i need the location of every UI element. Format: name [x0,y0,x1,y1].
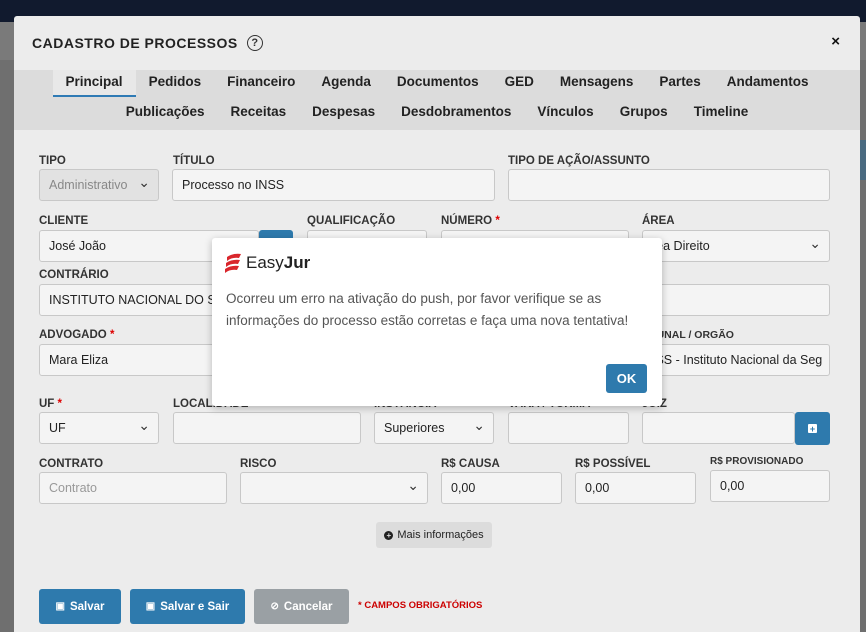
tab-vinculos[interactable]: Vínculos [524,97,606,125]
contrato-label: CONTRATO [39,458,104,470]
tab-ged[interactable]: GED [492,70,547,97]
save-label: Salvar [69,600,105,613]
tab-financeiro[interactable]: Financeiro [214,70,308,97]
tipo-select[interactable]: Administrativo [39,169,159,201]
tab-row-1: Principal Pedidos Financeiro Agenda Docu… [14,70,860,97]
tab-publicacoes[interactable]: Publicações [113,97,218,125]
tab-agenda[interactable]: Agenda [308,70,384,97]
plus-circle-icon: + [384,530,394,540]
instancia-select[interactable]: Superiores [374,412,494,444]
area-select[interactable]: rea Direito [642,230,830,262]
tab-despesas[interactable]: Despesas [299,97,388,125]
rs-possivel-label: R$ POSSÍVEL [575,458,651,470]
floppy-icon: ▣ [145,601,156,612]
risco-select[interactable] [240,472,428,504]
tab-grupos[interactable]: Grupos [607,97,681,125]
uf-select[interactable]: UF [39,412,159,444]
mais-informacoes-label: Mais informações [397,529,484,541]
mais-informacoes-button[interactable]: + Mais informações [376,522,492,548]
required-fields-note: * CAMPOS OBRIGATÓRIOS [358,600,483,611]
easyjur-logo: EasyJur [224,252,310,274]
rs-causa-input[interactable]: 0,00 [441,472,562,504]
uf-label: UF * [39,398,63,410]
error-message: Ocorreu um erro na ativação do push, por… [226,291,629,328]
titulo-label: TÍTULO [173,155,215,167]
numero-label: NÚMERO * [441,215,500,227]
ok-button[interactable]: OK [606,364,647,393]
contrario-input[interactable]: INSTITUTO NACIONAL DO SE [39,284,239,316]
risco-label: RISCO [240,458,277,470]
tipo-label: TIPO [39,155,66,167]
tab-partes[interactable]: Partes [646,70,713,97]
titulo-input[interactable]: Processo no INSS [172,169,495,201]
cancel-label: Cancelar [283,600,333,613]
tab-timeline[interactable]: Timeline [681,97,762,125]
plus-icon: + [808,423,817,434]
advogado-label: ADVOGADO * [39,329,115,341]
tab-mensagens[interactable]: Mensagens [547,70,647,97]
rs-provisionado-input[interactable]: 0,00 [710,470,830,502]
tab-principal[interactable]: Principal [52,70,136,97]
tab-row-2: Publicações Receitas Despesas Desdobrame… [14,97,860,125]
qualificacao-label: QUALIFICAÇÃO [307,215,396,227]
tab-andamentos[interactable]: Andamentos [714,70,822,97]
tab-documentos[interactable]: Documentos [384,70,492,97]
easyjur-logo-mark [225,253,241,273]
cliente-label: CLIENTE [39,215,89,227]
help-icon[interactable]: ? [246,35,263,51]
modal-header: CADASTRO DE PROCESSOS ? × [14,16,860,70]
contrario-extra-input[interactable] [642,284,830,316]
tipo-acao-input[interactable] [508,169,830,201]
contrario-label: CONTRÁRIO [39,269,109,281]
localidade-input[interactable] [173,412,361,444]
tab-pedidos[interactable]: Pedidos [136,70,215,97]
cancel-circle-icon: ⊘ [270,601,279,612]
save-and-exit-button[interactable]: ▣ Salvar e Sair [130,589,245,624]
contrato-input[interactable]: Contrato [39,472,227,504]
tipo-acao-label: TIPO DE AÇÃO/ASSUNTO [508,155,650,167]
juiz-input[interactable] [642,412,795,444]
tribunal-input[interactable]: ISS - Instituto Nacional da Seg [642,344,830,376]
tabs-area: Principal Pedidos Financeiro Agenda Docu… [14,70,860,130]
modal-title: CADASTRO DE PROCESSOS [32,35,238,51]
rs-causa-label: R$ CAUSA [441,458,500,470]
save-button[interactable]: ▣ Salvar [39,589,121,624]
advogado-input[interactable]: Mara Eliza [39,344,239,376]
background-fragment [860,140,866,180]
cancel-button[interactable]: ⊘ Cancelar [254,589,349,624]
rs-possivel-input[interactable]: 0,00 [575,472,696,504]
add-juiz-button[interactable]: + [795,412,830,445]
vara-input[interactable] [508,412,629,444]
tab-receitas[interactable]: Receitas [218,97,300,125]
rs-provisionado-label: R$ PROVISIONADO [710,456,804,467]
floppy-icon: ▣ [55,601,65,612]
tab-desdobramentos[interactable]: Desdobramentos [388,97,524,125]
save-and-exit-label: Salvar e Sair [160,600,230,613]
easyjur-logo-text: EasyJur [246,253,311,272]
close-icon[interactable]: × [831,33,840,50]
area-label: ÁREA [642,215,675,227]
error-dialog: EasyJur Ocorreu um erro na ativação do p… [212,238,662,406]
